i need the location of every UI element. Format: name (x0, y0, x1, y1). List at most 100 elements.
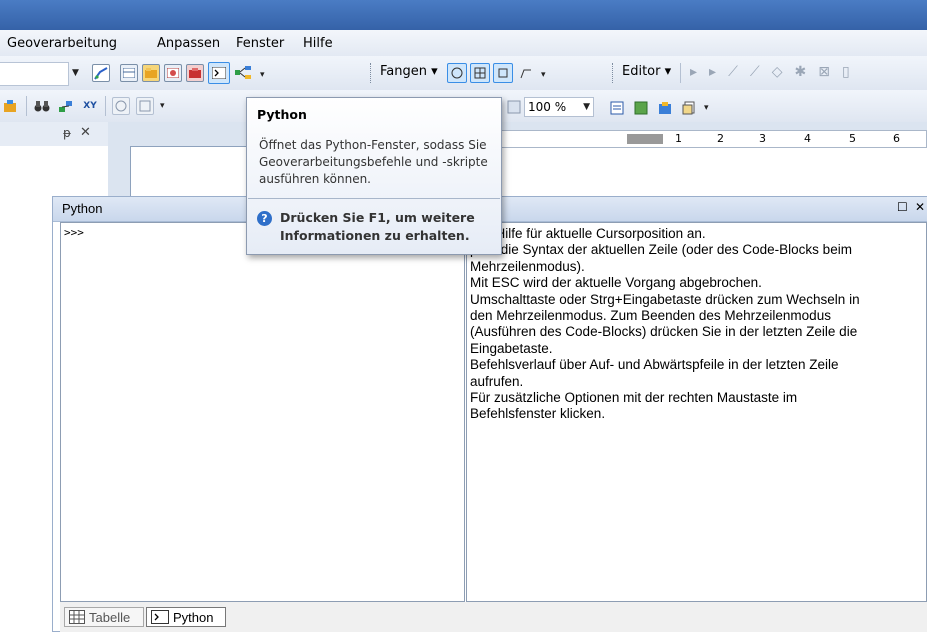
ruler-tick: 1 (675, 132, 682, 145)
data-driven-pages-icon[interactable] (680, 99, 698, 117)
tooltip-description: Öffnet das Python-Fenster, sodass Sie Ge… (259, 138, 488, 186)
python-command-input[interactable]: >>> (60, 222, 465, 602)
tab-tabelle-label: Tabelle (89, 609, 131, 625)
trace-icon: ⟋ (749, 64, 760, 80)
help-line: Befehlsverlauf über Auf- und Abwärtspfei… (470, 357, 839, 373)
measure-icon[interactable] (92, 64, 110, 82)
reshape-icon: ▯ (841, 64, 850, 80)
create-viewer-icon[interactable] (136, 97, 154, 115)
split-icon: ✱ (794, 64, 807, 80)
close-icon[interactable]: ✕ (80, 125, 91, 140)
help-line: den Mehrzeilenmodus. Zum Beenden des Meh… (470, 308, 831, 324)
snapping-menu[interactable]: Fangen ▾ (380, 64, 438, 79)
tooltip-title: Python (257, 107, 307, 122)
edit-tool-icon: ▸ (690, 64, 698, 80)
pin-icon[interactable]: ᵽ (63, 126, 71, 140)
layout-zoom-icon[interactable] (505, 98, 523, 116)
catalog-icon[interactable] (142, 64, 160, 82)
menu-hilfe[interactable]: Hilfe (303, 36, 333, 51)
help-line: Befehlsfenster klicken. (470, 406, 606, 422)
python-window-icon (151, 610, 169, 624)
maximize-icon[interactable]: ☐ (897, 200, 908, 214)
chevron-down-icon: ▼ (583, 102, 590, 112)
tools-overflow-icon[interactable]: ▾ (160, 101, 165, 111)
help-line: eigt Hilfe für aktuelle Cursorposition a… (470, 226, 706, 241)
time-slider-icon[interactable] (112, 97, 130, 115)
ruler-tick: 6 (893, 132, 900, 145)
edge-snapping-icon[interactable] (516, 63, 536, 83)
menu-bar (0, 30, 927, 56)
search-window-icon[interactable] (164, 64, 182, 82)
table-icon (69, 610, 85, 624)
go-to-xy-icon[interactable]: XY (81, 97, 99, 115)
editor-tools-disabled: ▸ ▸ ⟋ ⟋ ◇ ✱ ⊠ ▯ (690, 64, 927, 84)
add-data-icon[interactable] (0, 97, 20, 115)
python-help-text: eigt Hilfe für aktuelle Cursorposition a… (470, 226, 925, 423)
tab-tabelle[interactable]: Tabelle (64, 607, 144, 627)
arctoolbox-icon[interactable] (186, 64, 204, 82)
help-line: aufrufen. (470, 373, 524, 389)
focus-data-frame-icon[interactable] (632, 99, 650, 117)
python-prompt: >>> (64, 226, 84, 239)
toolbar-grip[interactable] (370, 63, 374, 83)
python-window-title: Python (62, 201, 103, 216)
topology-icon: ⊠ (818, 64, 830, 80)
snapping-label: Fangen (380, 64, 427, 79)
ruler-tick: 5 (849, 132, 856, 145)
python-window-icon[interactable] (208, 62, 230, 84)
binoculars-icon[interactable] (33, 97, 51, 115)
ruler-tick: 4 (804, 132, 811, 145)
toolbar-separator (680, 63, 681, 83)
horizontal-ruler: 1 2 3 4 5 6 (498, 130, 927, 148)
tooltip-divider (248, 198, 500, 199)
tab-python-label: Python (173, 609, 214, 625)
edit-annotation-icon: ▸ (709, 64, 717, 80)
menu-fenster[interactable]: Fenster (236, 36, 284, 51)
toc-panel (0, 146, 109, 188)
vertex-snapping-icon[interactable] (493, 63, 513, 83)
toolbar-overflow-icon[interactable]: ▾ (260, 70, 265, 80)
tab-python[interactable]: Python (146, 607, 226, 627)
toolbar-separator (26, 96, 27, 116)
tooltip-help-text: Drücken Sie F1, um weitere Informationen… (280, 209, 475, 245)
change-layout-icon[interactable] (656, 99, 674, 117)
ruler-margin (627, 134, 663, 144)
menu-anpassen[interactable]: Anpassen (157, 36, 220, 51)
close-icon[interactable]: ✕ (915, 200, 925, 214)
help-icon: ? (257, 211, 272, 226)
ruler-tick: 2 (717, 132, 724, 145)
model-builder-icon[interactable] (235, 64, 253, 82)
zoom-dropdown[interactable]: 100 % ▼ (524, 97, 594, 117)
snapping-overflow-icon[interactable]: ▾ (541, 70, 546, 80)
editor-toolbar-grip[interactable] (612, 63, 616, 83)
zoom-value: 100 % (528, 100, 567, 114)
menu-geoverarbeitung[interactable]: Geoverarbeitung (7, 36, 117, 51)
layer-dropdown[interactable] (0, 62, 69, 86)
find-route-icon[interactable] (57, 97, 75, 115)
help-line: Umschalttaste oder Strg+Eingabetaste drü… (470, 291, 860, 307)
ruler-tick: 3 (759, 132, 766, 145)
help-line: Für zusätzliche Optionen mit der rechten… (470, 390, 798, 406)
help-line: Mehrzeilenmodus). (470, 258, 585, 274)
end-snapping-icon[interactable] (470, 63, 490, 83)
python-tooltip: Python Öffnet das Python-Fenster, sodass… (246, 97, 502, 255)
point-snapping-icon[interactable] (447, 63, 467, 83)
toolbar-separator (105, 96, 106, 116)
help-line: Eingabetaste. (470, 340, 553, 356)
chevron-down-icon[interactable]: ▼ (72, 68, 79, 78)
help-line: Mit ESC wird der aktuelle Vorgang abgebr… (470, 275, 762, 291)
layout-canvas (498, 148, 927, 200)
tooltip-help-line: Informationen zu erhalten. (280, 228, 470, 243)
construction-tools-icon: ◇ (771, 64, 783, 80)
editor-menu[interactable]: Editor ▾ (622, 64, 671, 79)
window-title-bar (0, 0, 927, 30)
layout-overflow-icon[interactable]: ▾ (704, 103, 709, 113)
table-window-icon[interactable] (120, 64, 138, 82)
toc-header (0, 122, 108, 147)
toggle-draft-mode-icon[interactable] (608, 99, 626, 117)
tooltip-help-line: Drücken Sie F1, um weitere (280, 210, 475, 225)
help-line: prüft die Syntax der aktuellen Zeile (od… (470, 242, 852, 258)
layout-toolbar: ▾ (608, 97, 728, 119)
editor-label: Editor (622, 64, 661, 79)
straight-segment-icon: ⟋ (728, 64, 738, 80)
